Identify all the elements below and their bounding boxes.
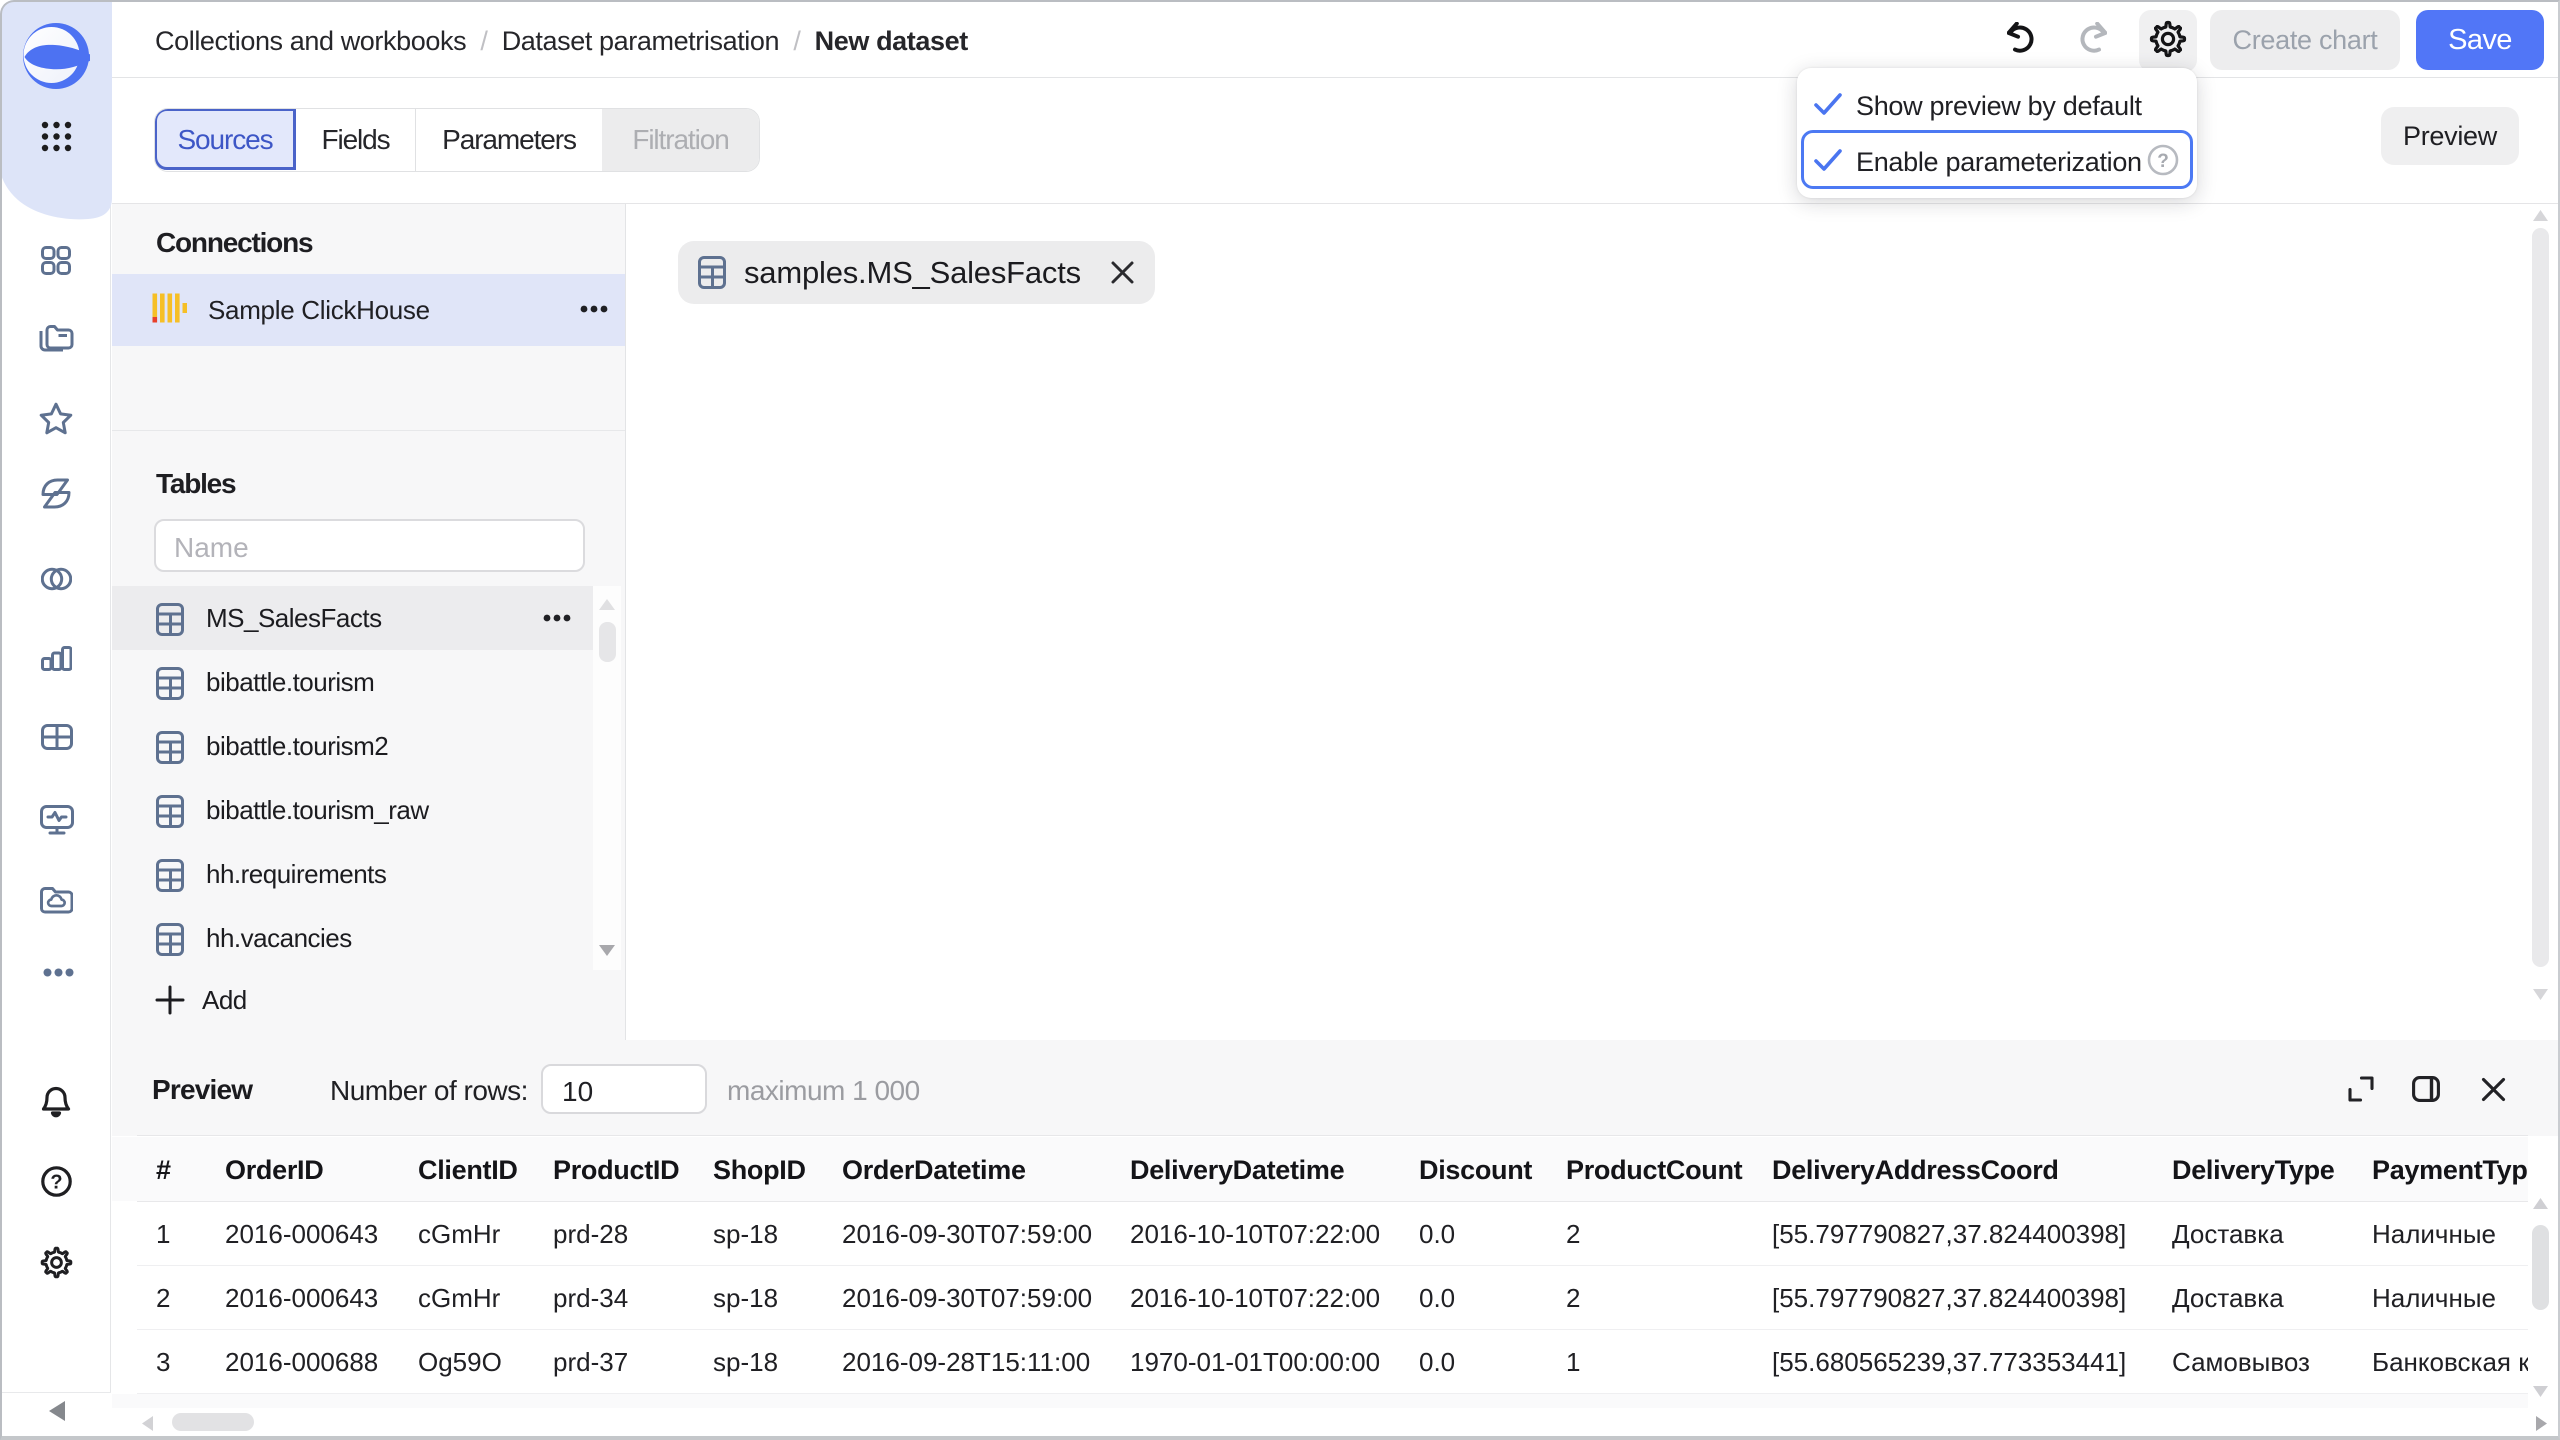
svg-text:?: ? xyxy=(50,1172,62,1194)
svg-text:?: ? xyxy=(2157,151,2169,172)
